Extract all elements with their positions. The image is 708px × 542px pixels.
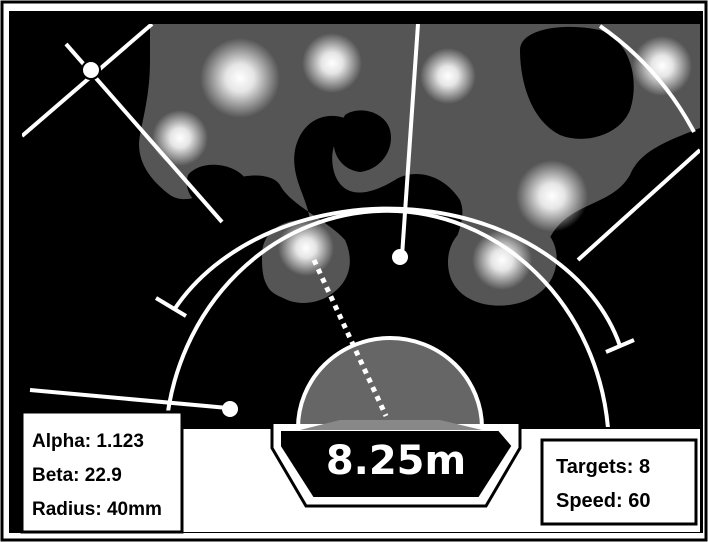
waypoint-dot xyxy=(392,249,408,265)
radius-label: Radius: 40mm xyxy=(32,499,162,520)
target-blip xyxy=(152,110,208,166)
target-blip xyxy=(302,33,362,93)
right-info-panel: Targets: 8 Speed: 60 xyxy=(540,438,698,526)
target-blip xyxy=(200,38,280,118)
target-blip xyxy=(420,48,476,104)
beta-label: Beta: 22.9 xyxy=(32,465,122,486)
waypoint-dot xyxy=(222,401,238,417)
alpha-label: Alpha: 1.123 xyxy=(32,431,144,452)
distance-value: 8.25m xyxy=(326,438,466,484)
speed-label: Speed: 60 xyxy=(556,490,650,512)
distance-readout-panel: 8.25m xyxy=(270,420,522,508)
sonar-display: 8.25m Alpha: 1.123 Beta: 22.9 Radius: 40… xyxy=(0,0,708,542)
left-info-panel: Alpha: 1.123 Beta: 22.9 Radius: 40mm xyxy=(20,410,184,534)
targets-label: Targets: 8 xyxy=(556,456,650,478)
radar-screen xyxy=(22,24,700,430)
target-blip xyxy=(516,160,588,232)
crosshair-node xyxy=(81,60,101,80)
target-blip xyxy=(632,36,692,96)
